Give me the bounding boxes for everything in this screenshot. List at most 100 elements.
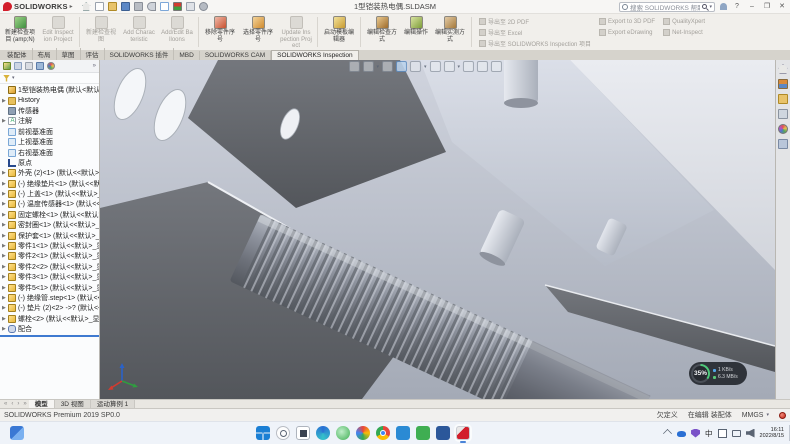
tree-item[interactable]: ▶配合: [0, 324, 99, 334]
ribbon-button[interactable]: 编辑操作: [402, 15, 430, 49]
tree-item[interactable]: ▶(-) 上盖<1> (默认<<默认>_显示状态: [0, 189, 99, 199]
filter-dropdown-icon[interactable]: ▾: [12, 75, 15, 81]
appearances-icon[interactable]: [778, 124, 788, 134]
tree-item[interactable]: ▶螺栓<2> (默认<<默认>_显示状态: [0, 314, 99, 324]
undo-icon[interactable]: [147, 2, 156, 11]
ribbon-button[interactable]: 编辑实测方式: [432, 15, 468, 49]
ribbon-button[interactable]: 选择零件序号: [240, 15, 276, 49]
ime-indicator[interactable]: 中: [705, 428, 713, 439]
tree-item[interactable]: ▶(-) 绝缘管.step<1> (默认<<默认>_: [0, 293, 99, 303]
start-button[interactable]: [256, 426, 270, 440]
view-palette-icon[interactable]: [778, 109, 788, 119]
units-dropdown-icon[interactable]: ▾: [766, 412, 769, 418]
doctab-model[interactable]: 模型: [29, 400, 55, 408]
tree-item[interactable]: ▶History: [0, 95, 99, 105]
tree-item[interactable]: ▶零件2<1> (默认<<默认>_显示状态: [0, 251, 99, 261]
tree-filter-row[interactable]: ▾: [0, 73, 99, 84]
hud-dropdown-icon[interactable]: ▾: [376, 64, 379, 70]
help-button[interactable]: ?: [732, 2, 742, 12]
edge-icon[interactable]: [316, 426, 330, 440]
browser-360-icon[interactable]: [336, 426, 350, 440]
doctab-motion-study[interactable]: 运动算例 1: [91, 400, 135, 408]
doctab-3d-views[interactable]: 3D 视图: [55, 400, 91, 408]
tree-item[interactable]: ▶密封圈<1> (默认<<默认>_显示状态: [0, 220, 99, 230]
tree-root[interactable]: 1型铠装热电偶 (默认<默认_显示状态-1>: [0, 85, 99, 95]
reader-icon[interactable]: [396, 426, 410, 440]
view-settings-icon[interactable]: [491, 61, 502, 72]
zoom-fit-icon[interactable]: [348, 61, 359, 72]
tree-item[interactable]: ▶零件3<1> (默认<<默认>_显示状态: [0, 272, 99, 282]
task-view-button[interactable]: [296, 426, 310, 440]
doctab-nav-icon[interactable]: «: [2, 400, 9, 408]
hud-dropdown-icon[interactable]: ▾: [424, 64, 427, 70]
solidworks-taskbar-icon[interactable]: [456, 426, 470, 440]
tab-commandmanager[interactable]: 草图: [57, 48, 81, 60]
view-orientation-icon[interactable]: [410, 61, 421, 72]
tree-item[interactable]: ▶零件1<1> (默认<<默认>_显示状态: [0, 241, 99, 251]
home-icon[interactable]: [82, 2, 91, 11]
tree-item[interactable]: ▶(-) 温度传感器<1> (默认<<默认>_显: [0, 199, 99, 209]
file-explorer-icon[interactable]: [778, 94, 788, 104]
doctab-nav-icon[interactable]: »: [21, 400, 28, 408]
apply-scene-icon[interactable]: [477, 61, 488, 72]
restore-button[interactable]: ❐: [762, 2, 772, 12]
minimize-button[interactable]: –: [747, 2, 757, 12]
search-icon[interactable]: [702, 4, 707, 9]
onedrive-icon[interactable]: [677, 431, 686, 437]
word-blue-icon[interactable]: [436, 426, 450, 440]
login-icon[interactable]: [720, 3, 727, 10]
new-document-icon[interactable]: [95, 2, 104, 11]
tree-item[interactable]: 右视基准面: [0, 147, 99, 157]
chrome-icon[interactable]: [376, 426, 390, 440]
speaker-icon[interactable]: [746, 429, 755, 438]
tab-commandmanager[interactable]: 装配体: [2, 48, 33, 60]
save-icon[interactable]: [121, 2, 130, 11]
browser-colorful-icon[interactable]: [356, 426, 370, 440]
zoom-area-icon[interactable]: [362, 61, 373, 72]
ribbon-button[interactable]: 新建检查项目 (amp;N): [2, 15, 38, 49]
custom-properties-icon[interactable]: [778, 139, 788, 149]
3d-model-view[interactable]: [100, 60, 775, 399]
search-button[interactable]: [276, 426, 290, 440]
section-view-icon[interactable]: [396, 61, 407, 72]
taskbar-clock[interactable]: 16:112022/8/15: [760, 427, 784, 440]
rebuild-icon[interactable]: [173, 2, 182, 11]
tree-item[interactable]: ▶(-) 绝缘垫片<1> (默认<<默认>_显示: [0, 179, 99, 189]
panel-splitter[interactable]: [0, 335, 99, 337]
tree-item[interactable]: ▶(-) 垫片 (2)<2> ->? (默认<<默认>_: [0, 303, 99, 313]
menu-expand-arrow-icon[interactable]: ▸: [70, 3, 73, 10]
design-library-icon[interactable]: [778, 79, 788, 89]
tree-item[interactable]: 传感器: [0, 106, 99, 116]
tree-item[interactable]: ▶外壳 (2)<1> (默认<<默认>_显示状态: [0, 168, 99, 178]
tree-item[interactable]: 上视基准面: [0, 137, 99, 147]
property-manager-tab[interactable]: [14, 62, 22, 70]
tree-item[interactable]: ▶保护套<1> (默认<<默认>_显示状态: [0, 230, 99, 240]
tab-commandmanager[interactable]: 布局: [33, 48, 57, 60]
cast-icon[interactable]: [732, 430, 741, 437]
close-button[interactable]: ✕: [777, 2, 787, 12]
ribbon-button[interactable]: 移除零件序号: [202, 15, 238, 49]
recorder-overlay[interactable]: 35% 1 KB/s 6.3 MB/s: [689, 362, 747, 385]
tray-chevron-icon[interactable]: [663, 429, 672, 438]
tree-item[interactable]: 前视基准面: [0, 127, 99, 137]
hud-dropdown-icon[interactable]: ▾: [457, 64, 460, 70]
ribbon-button[interactable]: 编辑检查方式: [364, 15, 400, 49]
graphics-viewport[interactable]: ▾ ▾ ▾ 35% 1 KB/s 6.3 MB/s: [100, 60, 775, 399]
resources-home-icon[interactable]: [778, 64, 788, 74]
tree-item[interactable]: ▶固定螺栓<1> (默认<<默认>_显示状: [0, 210, 99, 220]
configuration-manager-tab[interactable]: [25, 62, 33, 70]
display-style-icon[interactable]: [429, 61, 440, 72]
search-dropdown-icon[interactable]: ▾: [709, 4, 712, 10]
tree-item[interactable]: 原点: [0, 158, 99, 168]
tree-item[interactable]: ▶注解: [0, 116, 99, 126]
hide-show-items-icon[interactable]: [443, 61, 454, 72]
feature-tree-tab[interactable]: [3, 62, 11, 70]
wps-icon[interactable]: [416, 426, 430, 440]
tab-commandmanager[interactable]: MBD: [174, 51, 199, 60]
open-icon[interactable]: [108, 2, 117, 11]
tree-item[interactable]: ▶零件2<2> (默认<<默认>_显示状态: [0, 262, 99, 272]
ime-mode-icon[interactable]: [718, 429, 727, 438]
tab-active-commandmanager[interactable]: SOLIDWORKS Inspection: [271, 50, 359, 60]
tab-commandmanager[interactable]: SOLIDWORKS CAM: [200, 51, 271, 60]
edit-appearance-icon[interactable]: [463, 61, 474, 72]
